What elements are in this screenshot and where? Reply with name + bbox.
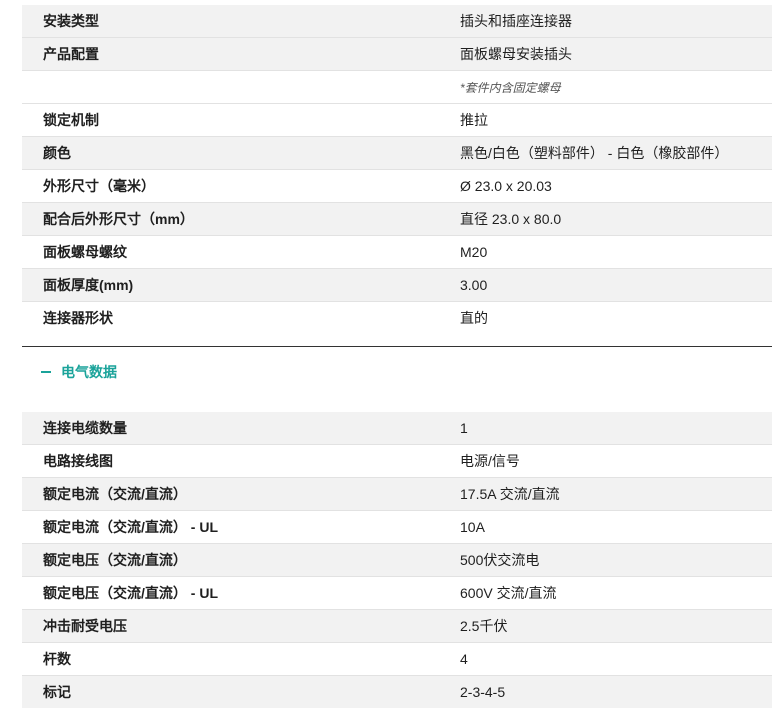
- spec-key: 锁定机制: [22, 104, 418, 137]
- electrical-specs-table: 连接电缆数量 1 电路接线图 电源/信号 额定电流（交流/直流） 17.5A 交…: [22, 412, 772, 708]
- spec-row: 连接电缆数量 1: [22, 412, 772, 445]
- minus-icon[interactable]: [41, 371, 51, 373]
- spec-row: 安装类型 插头和插座连接器: [22, 5, 772, 38]
- spec-row: 电路接线图 电源/信号: [22, 445, 772, 478]
- spec-key: 配合后外形尺寸（mm）: [22, 203, 418, 236]
- spec-value: 2.5千伏: [418, 610, 772, 643]
- spec-value: 17.5A 交流/直流: [418, 478, 772, 511]
- spec-key: [22, 71, 418, 104]
- spec-row: 产品配置 面板螺母安装插头: [22, 38, 772, 71]
- spec-row: 额定电流（交流/直流） 17.5A 交流/直流: [22, 478, 772, 511]
- spec-row: 配合后外形尺寸（mm） 直径 23.0 x 80.0: [22, 203, 772, 236]
- spec-value: 面板螺母安装插头: [418, 38, 772, 71]
- spec-key: 外形尺寸（毫米）: [22, 170, 418, 203]
- spec-value: Ø 23.0 x 20.03: [418, 170, 772, 203]
- spec-value: 直径 23.0 x 80.0: [418, 203, 772, 236]
- spec-key: 额定电流（交流/直流） - UL: [22, 511, 418, 544]
- spec-value: 2-3-4-5: [418, 676, 772, 708]
- spec-value: 直的: [418, 302, 772, 335]
- electrical-section-title[interactable]: 电气数据: [61, 362, 117, 382]
- mechanical-table-wrap: 安装类型 插头和插座连接器 产品配置 面板螺母安装插头 *套件内含固定螺母 锁定…: [22, 5, 772, 334]
- spec-value: 4: [418, 643, 772, 676]
- spec-row: 标记 2-3-4-5: [22, 676, 772, 708]
- spec-value: 插头和插座连接器: [418, 5, 772, 38]
- electrical-section-header[interactable]: 电气数据: [22, 346, 772, 398]
- spec-key: 额定电压（交流/直流）: [22, 544, 418, 577]
- electrical-table-wrap: 连接电缆数量 1 电路接线图 电源/信号 额定电流（交流/直流） 17.5A 交…: [22, 412, 772, 708]
- spec-key: 连接器形状: [22, 302, 418, 335]
- spec-note-row: *套件内含固定螺母: [22, 71, 772, 104]
- spec-key: 电路接线图: [22, 445, 418, 478]
- spec-value: 推拉: [418, 104, 772, 137]
- spec-key: 连接电缆数量: [22, 412, 418, 445]
- spec-value: 500伏交流电: [418, 544, 772, 577]
- spec-key: 产品配置: [22, 38, 418, 71]
- spec-key: 杆数: [22, 643, 418, 676]
- spec-value: 电源/信号: [418, 445, 772, 478]
- mechanical-specs-table: 安装类型 插头和插座连接器 产品配置 面板螺母安装插头 *套件内含固定螺母 锁定…: [22, 5, 772, 334]
- spec-row: 面板厚度(mm) 3.00: [22, 269, 772, 302]
- spec-row: 冲击耐受电压 2.5千伏: [22, 610, 772, 643]
- spec-row: 连接器形状 直的: [22, 302, 772, 335]
- spec-key: 颜色: [22, 137, 418, 170]
- spec-row: 锁定机制 推拉: [22, 104, 772, 137]
- spec-row: 额定电流（交流/直流） - UL 10A: [22, 511, 772, 544]
- spec-value: 3.00: [418, 269, 772, 302]
- spec-value: 黑色/白色（塑料部件） - 白色（橡胶部件）: [418, 137, 772, 170]
- spec-key: 冲击耐受电压: [22, 610, 418, 643]
- spec-row: 杆数 4: [22, 643, 772, 676]
- spec-key: 额定电压（交流/直流） - UL: [22, 577, 418, 610]
- spec-key: 标记: [22, 676, 418, 708]
- spec-value: M20: [418, 236, 772, 269]
- spec-row: 外形尺寸（毫米） Ø 23.0 x 20.03: [22, 170, 772, 203]
- spec-key: 面板螺母螺纹: [22, 236, 418, 269]
- spec-key: 额定电流（交流/直流）: [22, 478, 418, 511]
- spec-row: 颜色 黑色/白色（塑料部件） - 白色（橡胶部件）: [22, 137, 772, 170]
- spec-row: 面板螺母螺纹 M20: [22, 236, 772, 269]
- spec-value: 10A: [418, 511, 772, 544]
- spec-value: 1: [418, 412, 772, 445]
- spec-key: 安装类型: [22, 5, 418, 38]
- spec-key: 面板厚度(mm): [22, 269, 418, 302]
- spec-row: 额定电压（交流/直流） 500伏交流电: [22, 544, 772, 577]
- spec-value: 600V 交流/直流: [418, 577, 772, 610]
- spec-note: *套件内含固定螺母: [418, 71, 772, 104]
- spec-row: 额定电压（交流/直流） - UL 600V 交流/直流: [22, 577, 772, 610]
